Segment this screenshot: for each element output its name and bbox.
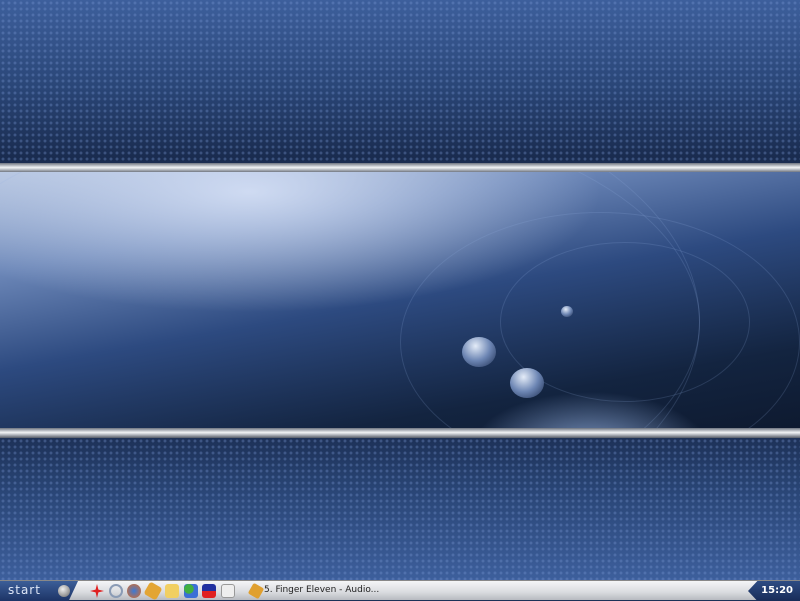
link-icon[interactable] <box>109 584 123 598</box>
wallpaper-tunnel-band <box>0 172 800 428</box>
start-label: start <box>8 583 41 597</box>
system-tray: 15:20 <box>748 581 800 601</box>
taskbar: start 5. Finger Eleven - Audio... 15:20 <box>0 580 800 601</box>
folder-icon[interactable] <box>165 584 179 598</box>
task-button[interactable]: 5. Finger Eleven - Audio... <box>246 582 380 600</box>
sphere <box>561 306 573 317</box>
messenger-icon[interactable] <box>184 584 198 598</box>
clock[interactable]: 15:20 <box>761 585 793 596</box>
task-button-label: 5. Finger Eleven - Audio... <box>264 585 380 595</box>
winamp-icon <box>247 582 265 600</box>
winamp-icon[interactable] <box>143 581 163 601</box>
sphere <box>462 337 496 367</box>
red-splat-icon[interactable] <box>90 584 104 598</box>
mail-icon[interactable] <box>221 584 235 598</box>
desktop-wallpaper <box>0 0 800 580</box>
sphere <box>510 368 544 398</box>
app-icon[interactable] <box>202 584 216 598</box>
start-orb-icon <box>58 585 70 597</box>
firefox-icon[interactable] <box>127 584 141 598</box>
wallpaper-bottom-rail <box>0 428 800 438</box>
